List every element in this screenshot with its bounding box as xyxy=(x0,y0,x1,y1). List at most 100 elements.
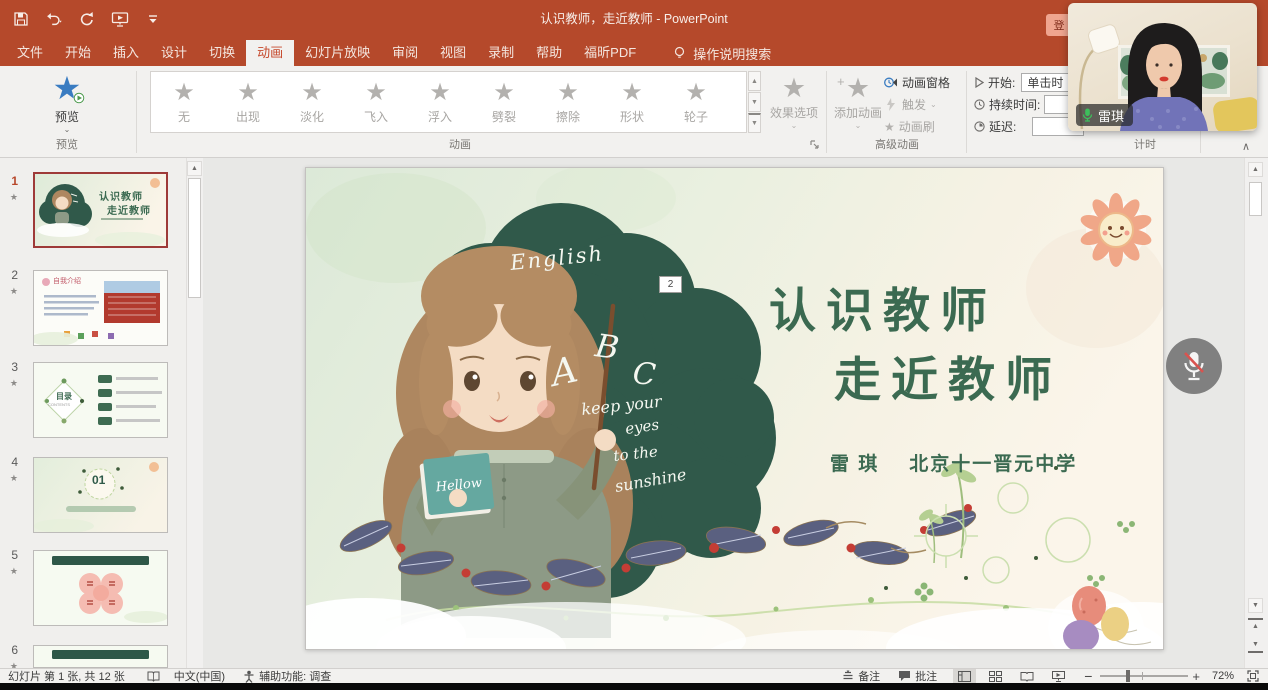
add-animation-button[interactable]: ★ + 添加动画 ⌄ xyxy=(831,74,885,130)
tab-record[interactable]: 录制 xyxy=(477,40,525,66)
scroll-down-arrow[interactable]: ▼ xyxy=(1248,598,1263,613)
slide-author-box[interactable]: 雷 琪 北京十一晋元中学 xyxy=(830,449,1077,476)
slide-title-line1[interactable]: 认识教师 xyxy=(769,287,997,334)
effect-options-button[interactable]: ★ 效果选项 ⌄ xyxy=(765,74,823,130)
microphone-muted-button[interactable] xyxy=(1166,338,1222,394)
tab-transitions[interactable]: 切换 xyxy=(198,40,246,66)
comments-toggle[interactable]: 批注 xyxy=(898,668,937,684)
caret-icon: ⌄ xyxy=(765,121,823,130)
notes-toggle[interactable]: 备注 xyxy=(842,668,880,684)
main-scrollbar[interactable]: ▲ ▼ ▲ ▼ xyxy=(1244,158,1268,668)
undo-icon[interactable] xyxy=(45,10,63,28)
tab-view[interactable]: 视图 xyxy=(429,40,477,66)
zoom-level[interactable]: 72% xyxy=(1212,670,1234,682)
tab-foxit-pdf[interactable]: 福昕PDF xyxy=(573,40,647,66)
tab-review[interactable]: 审阅 xyxy=(381,40,429,66)
plus-icon: + xyxy=(837,74,845,89)
preview-caret-icon: ⌄ xyxy=(44,125,90,134)
tab-insert[interactable]: 插入 xyxy=(102,40,150,66)
delay-clock-icon xyxy=(974,121,985,132)
preview-play-icon xyxy=(73,92,85,104)
animation-pane-label: 动画窗格 xyxy=(902,74,950,91)
group-divider xyxy=(136,71,137,153)
gallery-more-button[interactable]: ▼ xyxy=(748,113,761,133)
customize-qat-icon[interactable] xyxy=(144,10,162,28)
thumb2-title: 自我介绍 xyxy=(53,276,81,286)
reading-view-icon xyxy=(1020,671,1034,682)
save-icon[interactable] xyxy=(12,10,30,28)
animation-star-icon: ★ xyxy=(0,192,18,203)
gallery-scroll-down[interactable]: ▼ xyxy=(748,92,761,112)
main-scrollbar-thumb[interactable] xyxy=(1249,182,1262,216)
thumb3-title: 目录 xyxy=(56,391,72,402)
notes-label: 备注 xyxy=(858,668,880,684)
tell-me-label: 操作说明搜索 xyxy=(693,44,771,63)
zoom-in-button[interactable]: + xyxy=(1192,669,1200,684)
animation-fade[interactable]: ★淡化 xyxy=(280,80,344,125)
thumbnail-slide-3[interactable]: 目录 CONTENTS xyxy=(33,362,168,438)
slideshow-view-button[interactable] xyxy=(1047,669,1070,683)
panel-scrollbar-thumb[interactable] xyxy=(188,178,201,298)
animation-painter-icon: ★ xyxy=(884,120,895,134)
previous-slide-button[interactable]: ▲ xyxy=(1248,618,1263,633)
next-slide-button[interactable]: ▼ xyxy=(1248,638,1263,653)
thumbnail-slide-1[interactable]: 认识教师 走近教师 xyxy=(33,172,168,248)
thumbnail-slide-6[interactable] xyxy=(33,645,168,668)
slide-sorter-view-button[interactable] xyxy=(984,669,1007,683)
animation-pane-button[interactable]: 动画窗格 xyxy=(884,75,950,90)
tab-slideshow[interactable]: 幻灯片放映 xyxy=(294,40,381,66)
zoom-out-button[interactable]: − xyxy=(1084,668,1092,684)
animation-float-in[interactable]: ★浮入 xyxy=(408,80,472,125)
start-slideshow-icon[interactable] xyxy=(111,10,129,28)
star-wheel-icon: ★ xyxy=(664,80,728,106)
thumbnail-slide-2[interactable]: 自我介绍 xyxy=(33,270,168,346)
thumb1-title-line1: 认识教师 xyxy=(99,188,143,203)
normal-view-button[interactable] xyxy=(953,669,976,683)
accessibility-button[interactable]: 辅助功能: 调查 xyxy=(243,668,331,684)
add-animation-label: 添加动画 xyxy=(831,104,885,121)
tell-me-search[interactable]: 操作说明搜索 xyxy=(673,40,771,66)
caret-icon: ⌄ xyxy=(831,121,885,130)
animation-appear[interactable]: ★出现 xyxy=(216,80,280,125)
tab-help[interactable]: 帮助 xyxy=(525,40,573,66)
collapse-ribbon-icon[interactable]: ∧ xyxy=(1242,140,1250,153)
animation-dialog-launcher-icon[interactable] xyxy=(810,140,820,150)
trigger-button[interactable]: 触发 ⌄ xyxy=(884,97,950,112)
scroll-up-arrow[interactable]: ▲ xyxy=(1248,162,1263,177)
panel-scroll-up[interactable]: ▲ xyxy=(187,161,202,176)
slide-title-line2[interactable]: 走近教师 xyxy=(834,356,1062,403)
tab-file[interactable]: 文件 xyxy=(6,40,54,66)
zoom-slider-handle[interactable] xyxy=(1126,670,1130,682)
quick-access-toolbar xyxy=(12,10,162,28)
comments-icon xyxy=(898,670,911,682)
preview-button[interactable]: ★ 预览 ⌄ xyxy=(44,72,90,134)
thumb-number-4: 4 xyxy=(0,455,18,469)
tab-animations[interactable]: 动画 xyxy=(246,40,294,66)
star-icon: ★ xyxy=(152,80,216,106)
tab-design[interactable]: 设计 xyxy=(150,40,198,66)
redo-icon[interactable] xyxy=(78,10,96,28)
start-play-icon xyxy=(974,77,984,88)
thumbnail-slide-5[interactable] xyxy=(33,550,168,626)
language-status[interactable]: 中文(中国) xyxy=(174,668,225,684)
spellcheck-button[interactable] xyxy=(147,670,160,683)
panel-scrollbar[interactable]: ▲ xyxy=(186,158,203,668)
webcam-overlay[interactable]: 雷琪 xyxy=(1068,3,1257,131)
animation-painter-button[interactable]: ★ 动画刷 xyxy=(884,119,950,134)
slide-canvas[interactable]: Hellow xyxy=(305,167,1164,650)
zoom-slider-track[interactable] xyxy=(1100,675,1188,677)
fit-to-window-button[interactable] xyxy=(1242,669,1264,683)
animation-fly-in[interactable]: ★飞入 xyxy=(344,80,408,125)
animation-split[interactable]: ★劈裂 xyxy=(472,80,536,125)
reading-view-button[interactable] xyxy=(1015,669,1039,683)
fit-to-window-icon xyxy=(1247,670,1259,682)
animation-wheel[interactable]: ★轮子 xyxy=(664,80,728,125)
animation-wipe[interactable]: ★擦除 xyxy=(536,80,600,125)
thumb-number-6: 6 xyxy=(0,643,18,657)
thumbnail-slide-4[interactable]: 01 xyxy=(33,457,168,533)
gallery-scroll-up[interactable]: ▲ xyxy=(748,71,761,91)
animation-none[interactable]: ★无 xyxy=(152,80,216,125)
animation-shape[interactable]: ★形状 xyxy=(600,80,664,125)
tab-home[interactable]: 开始 xyxy=(54,40,102,66)
thumb4-big-number: 01 xyxy=(92,473,105,487)
